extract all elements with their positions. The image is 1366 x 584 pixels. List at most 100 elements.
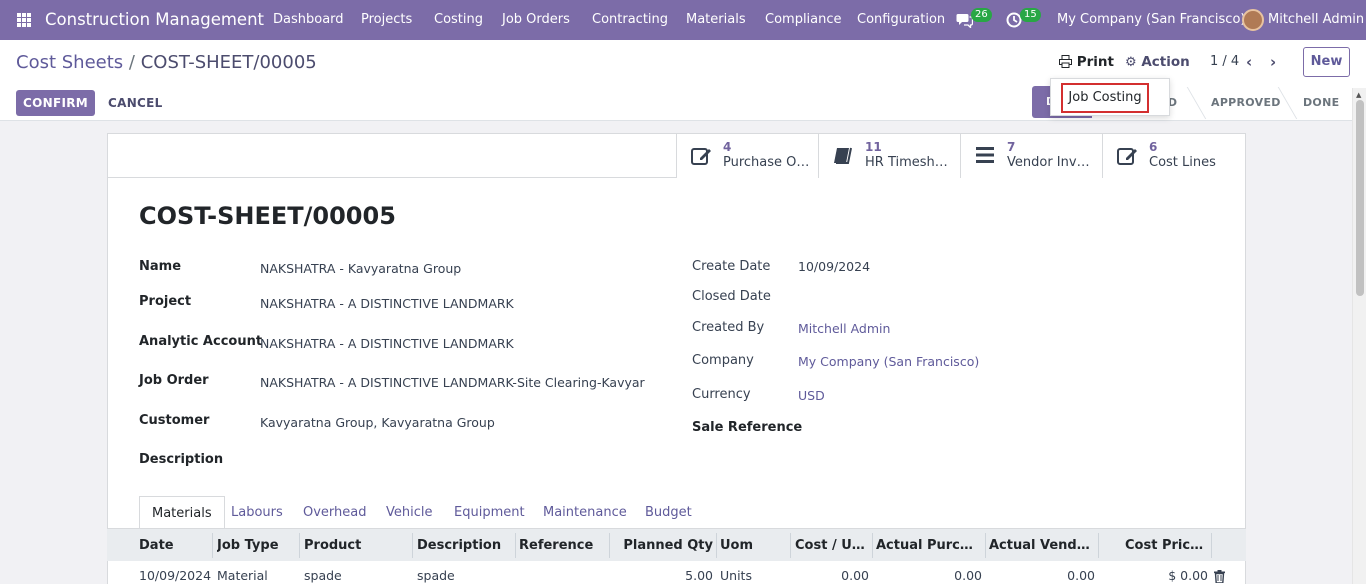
column-divider[interactable] <box>872 533 873 558</box>
column-divider[interactable] <box>1211 533 1212 558</box>
menu-costing[interactable]: Costing <box>434 0 483 40</box>
user-avatar[interactable] <box>1242 9 1264 31</box>
column-product[interactable]: Product <box>304 529 409 562</box>
tab-materials[interactable]: Materials <box>139 496 225 529</box>
tab-overhead[interactable]: Overhead <box>303 496 367 529</box>
breadcrumb-current: COST-SHEET/00005 <box>140 52 317 73</box>
apps-menu-icon[interactable] <box>17 13 31 27</box>
column-actual-purchase[interactable]: Actual Purchas… <box>876 529 982 562</box>
field-create-date-value[interactable]: 10/09/2024 <box>798 259 870 274</box>
field-analytic-account-value[interactable]: NAKSHATRA - A DISTINCTIVE LANDMARK <box>260 336 514 351</box>
field-label-sale-reference: Sale Reference <box>692 420 803 435</box>
column-divider[interactable] <box>609 533 610 558</box>
smart-button-count: 7 <box>1007 140 1016 154</box>
cell-actual-vendor: 0.00 <box>1067 568 1095 583</box>
column-actual-vendor[interactable]: Actual Vendor … <box>989 529 1095 562</box>
column-divider[interactable] <box>412 533 413 558</box>
tab-labours[interactable]: Labours <box>231 496 283 529</box>
pager-value[interactable]: 1 / 4 <box>1210 52 1239 72</box>
smart-button-count: 4 <box>723 140 732 154</box>
menu-compliance[interactable]: Compliance <box>765 0 842 40</box>
company-switcher[interactable]: My Company (San Francisco) <box>1057 0 1245 40</box>
cell-date: 10/09/2024 <box>139 568 212 583</box>
user-menu[interactable]: Mitchell Admin <box>1268 0 1364 40</box>
field-currency-link[interactable]: USD <box>798 388 825 403</box>
column-divider[interactable] <box>212 533 213 558</box>
column-date[interactable]: Date <box>139 529 209 562</box>
field-label-customer: Customer <box>139 413 210 428</box>
field-job-order-value[interactable]: NAKSHATRA - A DISTINCTIVE LANDMARK-Site … <box>260 375 645 390</box>
smart-button-hr-timesheets[interactable]: 11 HR Timesh… <box>818 134 960 178</box>
field-customer-value[interactable]: Kavyaratna Group, Kavyaratna Group <box>260 415 495 430</box>
print-dropdown-menu: Job Costing <box>1050 78 1170 116</box>
field-company-link[interactable]: My Company (San Francisco) <box>798 354 979 369</box>
menu-configuration[interactable]: Configuration <box>857 0 945 40</box>
column-uom[interactable]: Uom <box>720 529 790 562</box>
menu-job-orders[interactable]: Job Orders <box>502 0 570 40</box>
field-label-analytic-account: Analytic Account <box>139 334 263 349</box>
delete-row-trash-icon[interactable] <box>1214 570 1225 584</box>
smart-button-label: Purchase O… <box>723 155 810 170</box>
menu-contracting[interactable]: Contracting <box>592 0 668 40</box>
column-planned-qty[interactable]: Planned Qty <box>615 529 713 562</box>
menu-projects[interactable]: Projects <box>361 0 412 40</box>
top-navbar: Construction Management Dashboard Projec… <box>0 0 1366 40</box>
smart-button-vendor-invoices[interactable]: 7 Vendor Inv… <box>960 134 1102 178</box>
cell-uom: Units <box>720 568 752 583</box>
messages-count-badge: 26 <box>971 8 992 22</box>
pager-next-icon[interactable]: › <box>1270 52 1276 72</box>
tab-vehicle[interactable]: Vehicle <box>386 496 433 529</box>
column-divider[interactable] <box>1098 533 1099 558</box>
column-cost-price[interactable]: Cost Price … <box>1125 529 1205 562</box>
menu-materials[interactable]: Materials <box>686 0 746 40</box>
status-done[interactable]: DONE <box>1303 87 1339 119</box>
activities-count-badge: 15 <box>1020 8 1041 22</box>
column-cost-unit[interactable]: Cost / Unit <box>795 529 869 562</box>
column-description[interactable]: Description <box>417 529 512 562</box>
new-button[interactable]: New <box>1303 47 1350 77</box>
print-icon <box>1059 54 1072 74</box>
breadcrumb-separator: / <box>128 52 135 73</box>
edit-icon <box>1117 146 1139 170</box>
confirm-button[interactable]: CONFIRM <box>16 90 95 116</box>
column-divider[interactable] <box>299 533 300 558</box>
smart-button-cost-lines[interactable]: 6 Cost Lines <box>1102 134 1245 178</box>
field-project-value[interactable]: NAKSHATRA - A DISTINCTIVE LANDMARK <box>260 296 514 311</box>
column-reference[interactable]: Reference <box>519 529 609 562</box>
edit-icon <box>691 146 713 170</box>
print-button[interactable]: Print <box>1059 52 1114 72</box>
tab-budget[interactable]: Budget <box>645 496 692 529</box>
column-divider[interactable] <box>790 533 791 558</box>
column-divider[interactable] <box>716 533 717 558</box>
column-divider[interactable] <box>985 533 986 558</box>
field-label-company: Company <box>692 353 754 368</box>
field-created-by-link[interactable]: Mitchell Admin <box>798 321 890 336</box>
cell-job-type: Material <box>217 568 268 583</box>
field-name-value[interactable]: NAKSHATRA - Kavyaratna Group <box>260 261 461 276</box>
scroll-up-arrow-icon[interactable]: ▲ <box>1356 91 1361 99</box>
smart-button-purchase-orders[interactable]: 4 Purchase O… <box>676 134 818 178</box>
status-approved[interactable]: APPROVED <box>1211 87 1281 119</box>
field-label-closed-date: Closed Date <box>692 289 771 304</box>
cell-planned-qty: 5.00 <box>685 568 713 583</box>
breadcrumb-parent[interactable]: Cost Sheets <box>16 52 123 73</box>
page-scrollbar[interactable]: ▲ <box>1352 88 1366 584</box>
action-label: Action <box>1141 54 1190 70</box>
print-job-costing-item[interactable]: Job Costing <box>1061 83 1149 113</box>
smart-button-label: HR Timesh… <box>865 155 948 170</box>
field-label-description: Description <box>139 452 224 467</box>
cell-actual-purchase: 0.00 <box>954 568 982 583</box>
app-title[interactable]: Construction Management <box>45 0 264 40</box>
column-job-type[interactable]: Job Type <box>217 529 297 562</box>
tab-maintenance[interactable]: Maintenance <box>543 496 627 529</box>
tab-equipment[interactable]: Equipment <box>454 496 525 529</box>
action-button[interactable]: ⚙ Action <box>1125 52 1190 72</box>
print-label: Print <box>1076 54 1114 70</box>
pager-previous-icon[interactable]: ‹ <box>1246 52 1252 72</box>
menu-dashboard[interactable]: Dashboard <box>273 0 344 40</box>
table-header: Date Job Type Product Description Refere… <box>107 528 1246 561</box>
cancel-button[interactable]: CANCEL <box>108 90 163 116</box>
scrollbar-thumb[interactable] <box>1356 100 1364 296</box>
record-title: COST-SHEET/00005 <box>139 202 396 230</box>
column-divider[interactable] <box>515 533 516 558</box>
